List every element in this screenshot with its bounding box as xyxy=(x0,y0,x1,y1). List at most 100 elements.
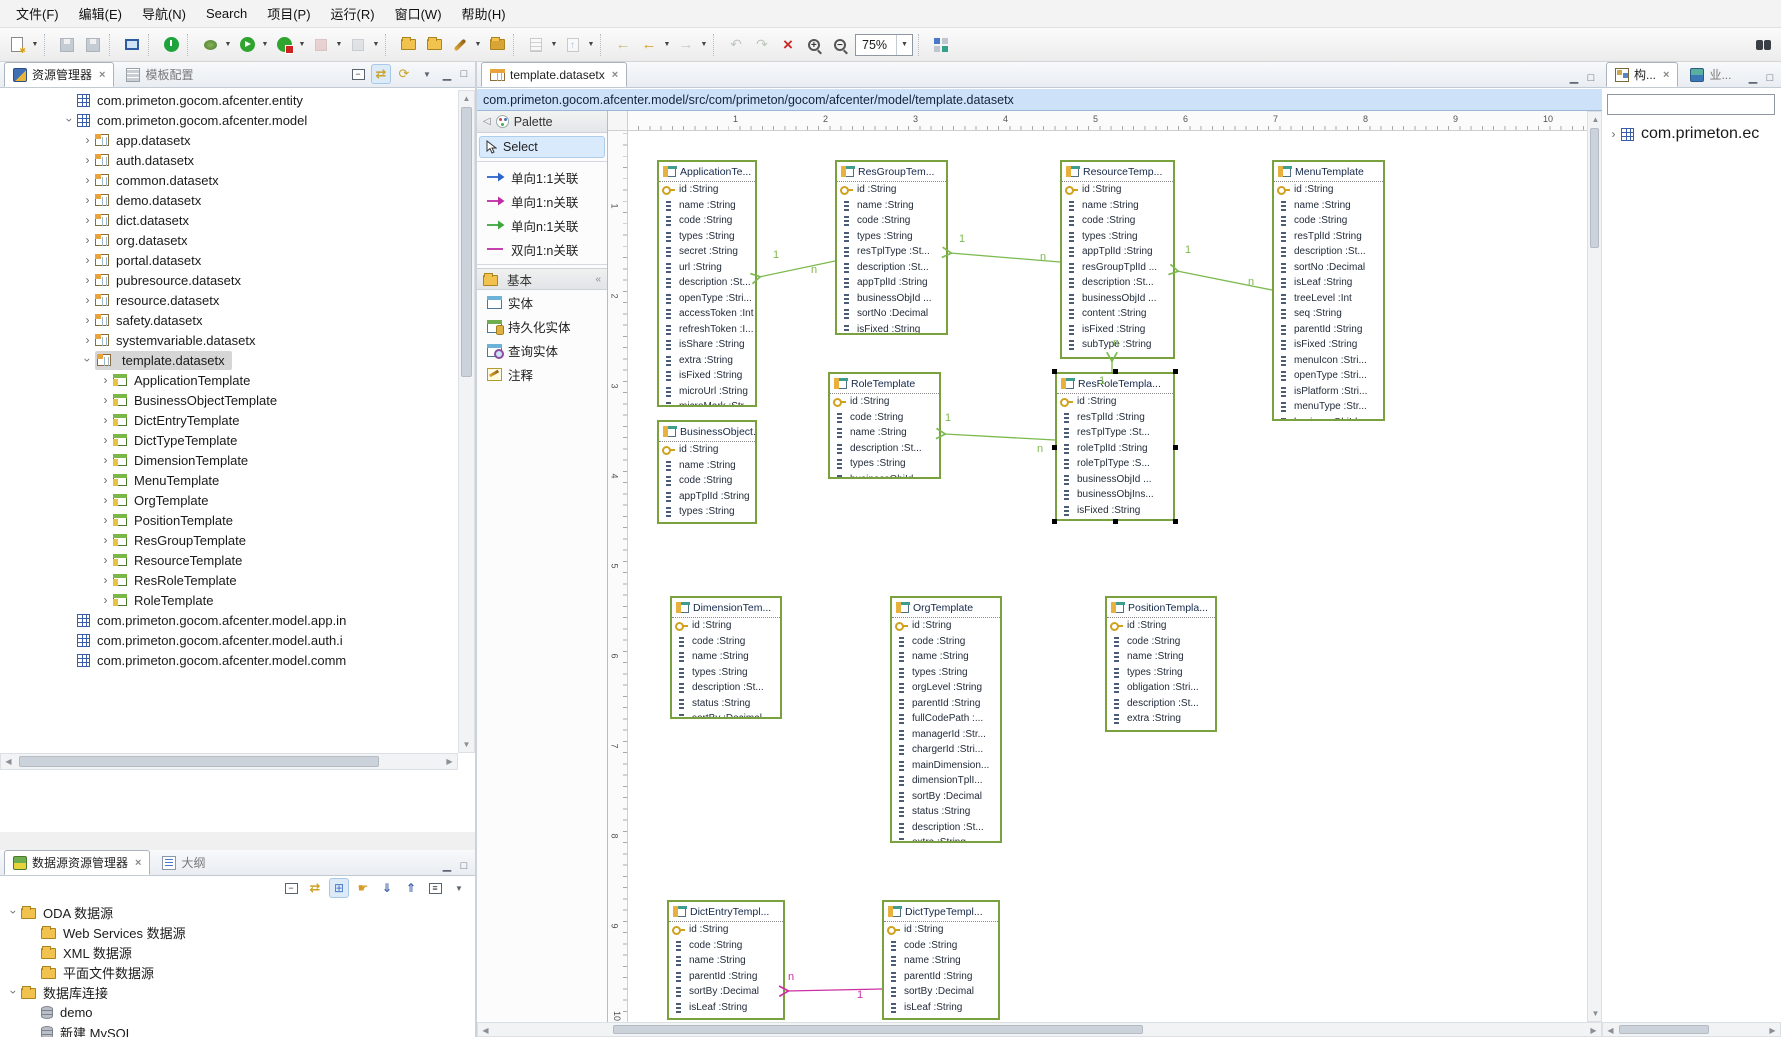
entity-field[interactable]: roleTplId :String xyxy=(1057,441,1173,457)
tree-item[interactable]: ›safety.datasetx xyxy=(0,310,456,330)
refresh-icon[interactable]: ⟳ xyxy=(394,64,414,84)
chevron-down-icon[interactable]: › xyxy=(7,905,21,920)
tree-item[interactable]: ›OrgTemplate xyxy=(0,490,456,510)
chevron-down-icon[interactable]: ▼ xyxy=(260,33,270,57)
tree-item[interactable]: ›RoleTemplate xyxy=(0,590,456,610)
entity-field[interactable]: parentId :String xyxy=(892,696,1000,712)
chevron-right-icon[interactable]: › xyxy=(80,193,95,207)
deploy-pen-icon[interactable] xyxy=(448,33,472,57)
entity-field[interactable]: id :String xyxy=(659,182,755,198)
menu-item[interactable]: 运行(R) xyxy=(321,0,385,27)
tree-item[interactable]: com.primeton.gocom.afcenter.model.app.in xyxy=(0,610,456,630)
tree-item[interactable]: ›dict.datasetx xyxy=(0,210,456,230)
entity-field[interactable]: isLeaf :String xyxy=(1274,275,1383,291)
maximize-icon[interactable]: □ xyxy=(457,68,471,80)
tree-item[interactable]: ›MenuTemplate xyxy=(0,470,456,490)
tree-item[interactable]: ›app.datasetx xyxy=(0,130,456,150)
chevron-right-icon[interactable]: › xyxy=(98,393,113,407)
entity-field[interactable]: mainDimension... xyxy=(892,758,1000,774)
view-menu-icon[interactable]: ▼ xyxy=(417,64,437,84)
tree-item[interactable]: com.primeton.gocom.afcenter.model.auth.i xyxy=(0,630,456,650)
entity-field[interactable]: id :String xyxy=(1107,618,1215,634)
entity-field[interactable]: dimensionTplI... xyxy=(892,773,1000,789)
selection-handle[interactable] xyxy=(1052,369,1057,374)
entity-field[interactable]: accessToken :Int xyxy=(659,306,755,322)
entity-field[interactable]: types :String xyxy=(1062,229,1173,245)
chevron-down-icon[interactable]: ▼ xyxy=(473,33,483,57)
entity-ApplicationTe[interactable]: ApplicationTe...id :Stringname :Stringco… xyxy=(657,160,757,407)
palette-item-实体[interactable]: 实体 xyxy=(477,290,607,314)
collapse-all-icon[interactable]: − xyxy=(348,64,368,84)
entity-field[interactable]: parentId :String xyxy=(884,969,998,985)
menu-item[interactable]: Search xyxy=(196,2,257,25)
chevron-right-icon[interactable]: › xyxy=(80,293,95,307)
entity-header[interactable]: ResRoleTempla... xyxy=(1057,374,1173,394)
entity-field[interactable]: extra :String xyxy=(1107,711,1215,727)
entity-DictTypeTempl[interactable]: DictTypeTempl...id :Stringcode :Stringna… xyxy=(882,900,1000,1020)
chevron-right-icon[interactable]: › xyxy=(98,533,113,547)
tab-资源管理器[interactable]: 资源管理器× xyxy=(4,62,114,87)
entity-field[interactable]: id :String xyxy=(892,618,1000,634)
tree-item[interactable]: ›ResourceTemplate xyxy=(0,550,456,570)
entity-field[interactable]: content :String xyxy=(1062,306,1173,322)
tree-item[interactable]: ›ODA 数据源 xyxy=(0,902,475,922)
entity-field[interactable]: resTplId :String xyxy=(1274,229,1383,245)
zoom-out-icon[interactable] xyxy=(828,33,852,57)
entity-field[interactable]: id :String xyxy=(1274,182,1383,198)
entity-field[interactable]: status :String xyxy=(892,804,1000,820)
entity-PositionTempla[interactable]: PositionTempla...id :Stringcode :Stringn… xyxy=(1105,596,1217,732)
selection-handle[interactable] xyxy=(1052,519,1057,524)
entity-field[interactable]: sortBy :Decimal xyxy=(892,789,1000,805)
entity-field[interactable]: id :String xyxy=(884,922,998,938)
entity-field[interactable]: isPlatform :Stri... xyxy=(1274,384,1383,400)
entity-field[interactable]: code :String xyxy=(892,634,1000,650)
entity-header[interactable]: BusinessObject... xyxy=(659,422,755,442)
selection-handle[interactable] xyxy=(1173,519,1178,524)
chevron-down-icon[interactable]: › xyxy=(63,113,77,128)
chevron-down-icon[interactable]: ▼ xyxy=(334,33,344,57)
entity-header[interactable]: DimensionTem... xyxy=(672,598,780,618)
entity-field[interactable]: id :String xyxy=(837,182,946,198)
entity-header[interactable]: PositionTempla... xyxy=(1107,598,1215,618)
tab-业-[interactable]: 业... xyxy=(1682,62,1739,87)
entity-OrgTemplate[interactable]: OrgTemplateid :Stringcode :Stringname :S… xyxy=(890,596,1002,843)
tree-item[interactable]: ›数据库连接 xyxy=(0,982,475,1002)
maximize-icon[interactable]: □ xyxy=(1584,72,1598,84)
entity-field[interactable]: businessObjId ... xyxy=(1057,472,1173,488)
tree-item[interactable]: ›com.primeton.ec xyxy=(1602,124,1781,144)
chevron-right-icon[interactable]: › xyxy=(98,593,113,607)
entity-header[interactable]: ResGroupTem... xyxy=(837,162,946,182)
zoom-level-combo[interactable]: 75%▼ xyxy=(855,34,913,56)
entity-field[interactable]: types :String xyxy=(1107,665,1215,681)
tree-item[interactable]: ›ApplicationTemplate xyxy=(0,370,456,390)
explorer-vertical-scrollbar[interactable]: ▲ ▼ xyxy=(458,90,475,753)
entity-field[interactable]: code :String xyxy=(1062,213,1173,229)
chevron-down-icon[interactable]: ▼ xyxy=(586,33,596,57)
chevron-right-icon[interactable]: › xyxy=(80,253,95,267)
collapse-all-icon[interactable]: − xyxy=(281,878,301,898)
entity-field[interactable]: name :String xyxy=(1274,198,1383,214)
editor-vertical-scrollbar[interactable]: ▲ ▼ xyxy=(1587,111,1602,1022)
entity-field[interactable]: openType :Stri... xyxy=(1274,368,1383,384)
palette-tool-单向1:n关联[interactable]: 单向1:n关联 xyxy=(477,189,607,213)
entity-field[interactable]: roleTplType :S... xyxy=(1057,456,1173,472)
tab-构-[interactable]: 构...× xyxy=(1606,62,1678,87)
chevron-right-icon[interactable]: › xyxy=(80,233,95,247)
entity-field[interactable]: orgLevel :String xyxy=(892,680,1000,696)
chevron-down-icon[interactable]: ▼ xyxy=(30,33,40,57)
scroll-up-icon[interactable]: ▲ xyxy=(459,91,474,106)
entity-field[interactable]: openType :Stri... xyxy=(659,291,755,307)
tree-item[interactable]: ›DictTypeTemplate xyxy=(0,430,456,450)
entity-field[interactable]: types :String xyxy=(837,229,946,245)
new-connection-icon[interactable]: ☛ xyxy=(353,878,373,898)
entity-field[interactable]: name :String xyxy=(837,198,946,214)
panel-sash[interactable] xyxy=(0,832,475,850)
tree-item[interactable]: ›pubresource.datasetx xyxy=(0,270,456,290)
entity-field[interactable]: code :String xyxy=(672,634,780,650)
entity-field[interactable]: description :St... xyxy=(892,820,1000,836)
entity-field[interactable]: id :String xyxy=(1057,394,1173,410)
palette-item-查询实体[interactable]: 查询实体 xyxy=(477,338,607,362)
entity-field[interactable]: name :String xyxy=(659,458,755,474)
entity-field[interactable]: isFixed :String xyxy=(1057,503,1173,519)
entity-field[interactable]: menuIcon :Stri... xyxy=(1274,353,1383,369)
